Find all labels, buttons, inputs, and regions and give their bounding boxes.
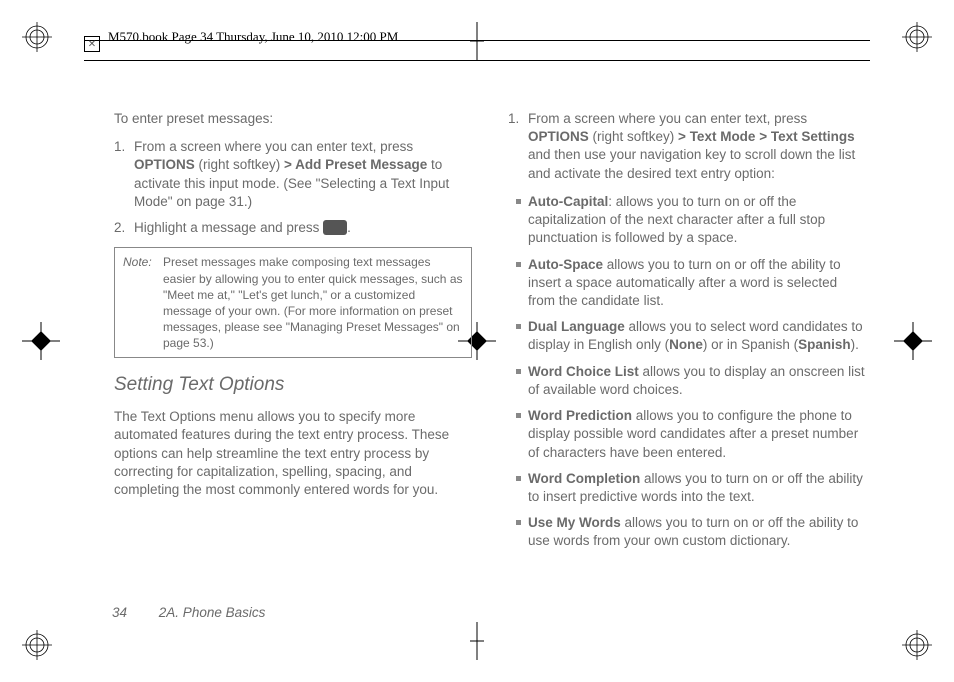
step-number: 1. bbox=[508, 110, 519, 128]
header-rule bbox=[84, 60, 870, 61]
step-number: 1. bbox=[114, 138, 125, 156]
registration-mark-icon bbox=[22, 322, 60, 360]
menu-add-preset: Add Preset Message bbox=[292, 157, 427, 172]
option-label: Auto-Space bbox=[528, 257, 603, 272]
header-box-icon: ✕ bbox=[84, 36, 100, 52]
left-column: To enter preset messages: 1. From a scre… bbox=[114, 110, 472, 612]
option-label: Word Completion bbox=[528, 471, 640, 486]
softkey-options: OPTIONS bbox=[134, 157, 195, 172]
preset-steps: 1. From a screen where you can enter tex… bbox=[114, 138, 472, 237]
note-box: Note: Preset messages make composing tex… bbox=[114, 247, 472, 358]
step-number: 2. bbox=[114, 219, 125, 237]
chevron-icon: > bbox=[284, 157, 292, 172]
settings-steps: 1. From a screen where you can enter tex… bbox=[508, 110, 866, 183]
registration-tick-icon bbox=[470, 622, 484, 660]
ok-key-icon bbox=[323, 220, 347, 235]
step-text: . bbox=[347, 220, 351, 235]
option-word-completion: Word Completion allows you to turn on or… bbox=[516, 470, 866, 506]
option-label: Word Prediction bbox=[528, 408, 632, 423]
note-body: Preset messages make composing text mess… bbox=[163, 254, 463, 351]
section-body: The Text Options menu allows you to spec… bbox=[114, 408, 472, 499]
page-footer: 34 2A. Phone Basics bbox=[112, 605, 265, 620]
menu-text-mode: Text Mode bbox=[686, 129, 759, 144]
options-list: Auto-Capital: allows you to turn on or o… bbox=[516, 193, 866, 551]
crop-mark-icon bbox=[902, 22, 932, 52]
intro-text: To enter preset messages: bbox=[114, 110, 472, 128]
option-label: Auto-Capital bbox=[528, 194, 608, 209]
option-label: Use My Words bbox=[528, 515, 621, 530]
option-word-prediction: Word Prediction allows you to configure … bbox=[516, 407, 866, 462]
option-body: ) or in Spanish ( bbox=[703, 337, 798, 352]
step-text: Highlight a message and press bbox=[134, 220, 323, 235]
option-spanish: Spanish bbox=[798, 337, 851, 352]
crop-mark-icon bbox=[902, 630, 932, 660]
header-file-info: M570.book Page 34 Thursday, June 10, 201… bbox=[108, 29, 398, 45]
step-2: 2. Highlight a message and press . bbox=[134, 219, 472, 237]
step-text: and then use your navigation key to scro… bbox=[528, 147, 855, 180]
option-none: None bbox=[669, 337, 703, 352]
chevron-icon: > bbox=[759, 129, 767, 144]
option-word-choice: Word Choice List allows you to display a… bbox=[516, 363, 866, 399]
crop-mark-icon bbox=[22, 22, 52, 52]
step-1: 1. From a screen where you can enter tex… bbox=[528, 110, 866, 183]
option-use-my-words: Use My Words allows you to turn on or of… bbox=[516, 514, 866, 550]
registration-tick-icon bbox=[470, 22, 484, 60]
option-label: Word Choice List bbox=[528, 364, 639, 379]
option-dual-language: Dual Language allows you to select word … bbox=[516, 318, 866, 354]
option-label: Dual Language bbox=[528, 319, 625, 334]
option-body: ). bbox=[851, 337, 859, 352]
page-number: 34 bbox=[112, 605, 127, 620]
step-text: (right softkey) bbox=[195, 157, 284, 172]
registration-mark-icon bbox=[894, 322, 932, 360]
option-auto-space: Auto-Space allows you to turn on or off … bbox=[516, 256, 866, 311]
step-1: 1. From a screen where you can enter tex… bbox=[134, 138, 472, 211]
note-label: Note: bbox=[123, 254, 157, 351]
step-text: (right softkey) bbox=[589, 129, 678, 144]
section-label: 2A. Phone Basics bbox=[159, 605, 266, 620]
section-heading: Setting Text Options bbox=[114, 372, 472, 398]
page-body: To enter preset messages: 1. From a scre… bbox=[114, 110, 866, 612]
step-text: From a screen where you can enter text, … bbox=[134, 139, 413, 154]
right-column: 1. From a screen where you can enter tex… bbox=[508, 110, 866, 612]
softkey-options: OPTIONS bbox=[528, 129, 589, 144]
crop-mark-icon bbox=[22, 630, 52, 660]
chevron-icon: > bbox=[678, 129, 686, 144]
step-text: From a screen where you can enter text, … bbox=[528, 111, 807, 126]
option-auto-capital: Auto-Capital: allows you to turn on or o… bbox=[516, 193, 866, 248]
menu-text-settings: Text Settings bbox=[767, 129, 855, 144]
